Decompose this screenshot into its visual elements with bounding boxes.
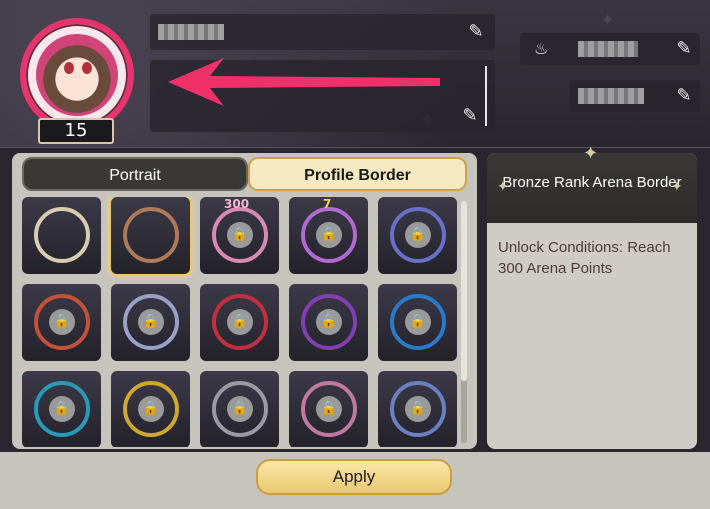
secondary-info-field[interactable]: ✎ bbox=[570, 80, 700, 112]
border-option-default[interactable] bbox=[22, 197, 101, 274]
lock-icon: 🔒 bbox=[316, 222, 342, 248]
pencil-icon[interactable]: ✎ bbox=[466, 22, 486, 42]
level-badge: 15 bbox=[38, 118, 114, 144]
text-cursor bbox=[485, 66, 487, 126]
apply-button[interactable]: Apply bbox=[256, 459, 452, 495]
border-selector-panel: Portrait Profile Border 300 🔒 7 🔒 🔒 🔒 🔒 … bbox=[12, 153, 477, 449]
border-details-panel: Bronze Rank Arena Border ✦ ✦ ✦ Unlock Co… bbox=[487, 143, 697, 449]
border-title: Bronze Rank Arena Border bbox=[502, 174, 682, 191]
lock-icon: 🔒 bbox=[227, 396, 253, 422]
scrollbar-thumb[interactable] bbox=[461, 201, 467, 381]
unlock-conditions: Unlock Conditions: Reach 300 Arena Point… bbox=[498, 239, 671, 277]
lock-icon: 🔒 bbox=[138, 396, 164, 422]
cake-icon: ♨ bbox=[534, 39, 549, 58]
diamond-icon: ✦ bbox=[583, 143, 599, 164]
lock-icon: 🔒 bbox=[405, 222, 431, 248]
border-option-gold[interactable]: 🔒 bbox=[111, 371, 190, 447]
tab-profile-border[interactable]: Profile Border bbox=[248, 157, 467, 191]
pencil-icon[interactable]: ✎ bbox=[674, 39, 694, 59]
border-option-teal[interactable]: 🔒 bbox=[22, 371, 101, 447]
border-option-300[interactable]: 300 🔒 bbox=[200, 197, 279, 274]
avatar-eye bbox=[82, 62, 92, 74]
profile-header: ✦ ✦ ✦ 15 ✎ ✎ ♨ ✎ ✎ bbox=[0, 0, 710, 148]
birthday-field[interactable]: ♨ ✎ bbox=[520, 33, 700, 65]
border-option-violet[interactable]: 🔒 bbox=[378, 197, 457, 274]
tab-portrait[interactable]: Portrait bbox=[22, 157, 248, 191]
avatar[interactable] bbox=[20, 18, 134, 132]
redacted-name bbox=[158, 24, 224, 40]
lock-icon: 🔒 bbox=[316, 309, 342, 335]
border-option-crimson[interactable]: 🔒 bbox=[200, 284, 279, 361]
border-option-lavender[interactable]: 🔒 bbox=[111, 284, 190, 361]
lock-icon: 🔒 bbox=[49, 309, 75, 335]
lock-icon: 🔒 bbox=[138, 309, 164, 335]
border-option-7[interactable]: 7 🔒 bbox=[289, 197, 368, 274]
border-ring bbox=[34, 207, 90, 263]
border-300-label: 300 bbox=[224, 197, 250, 211]
border-grid: 300 🔒 7 🔒 🔒 🔒 🔒 🔒 🔒 🔒 🔒 🔒 🔒 🔒 🔒 bbox=[22, 197, 458, 447]
lock-icon: 🔒 bbox=[227, 222, 253, 248]
border-option-blue[interactable]: 🔒 bbox=[378, 284, 457, 361]
border-option-red-gold[interactable]: 🔒 bbox=[22, 284, 101, 361]
redacted-info bbox=[578, 88, 644, 104]
pencil-icon[interactable]: ✎ bbox=[460, 106, 480, 126]
border-option-ornate-blue[interactable]: 🔒 bbox=[378, 371, 457, 447]
player-name-field[interactable]: ✎ bbox=[150, 14, 495, 50]
pencil-icon[interactable]: ✎ bbox=[674, 86, 694, 106]
diamond-icon: ✦ bbox=[497, 179, 509, 195]
redacted-birthday bbox=[578, 41, 638, 57]
lock-icon: 🔒 bbox=[227, 309, 253, 335]
border-option-purple[interactable]: 🔒 bbox=[289, 284, 368, 361]
diamond-icon: ✦ bbox=[671, 179, 683, 195]
border-ring bbox=[123, 207, 179, 263]
border-option-silver[interactable]: 🔒 bbox=[200, 371, 279, 447]
decor-star-icon: ✦ bbox=[600, 10, 616, 31]
lock-icon: 🔒 bbox=[49, 396, 75, 422]
border-option-ornate-pink[interactable]: 🔒 bbox=[289, 371, 368, 447]
lock-icon: 🔒 bbox=[405, 396, 431, 422]
border-7-label: 7 bbox=[323, 197, 332, 211]
avatar-eye bbox=[64, 62, 74, 74]
avatar-image bbox=[36, 34, 118, 116]
lock-icon: 🔒 bbox=[405, 309, 431, 335]
border-option-bronze-arena[interactable] bbox=[111, 197, 190, 274]
arrow-annotation bbox=[168, 58, 440, 106]
lock-icon: 🔒 bbox=[316, 396, 342, 422]
